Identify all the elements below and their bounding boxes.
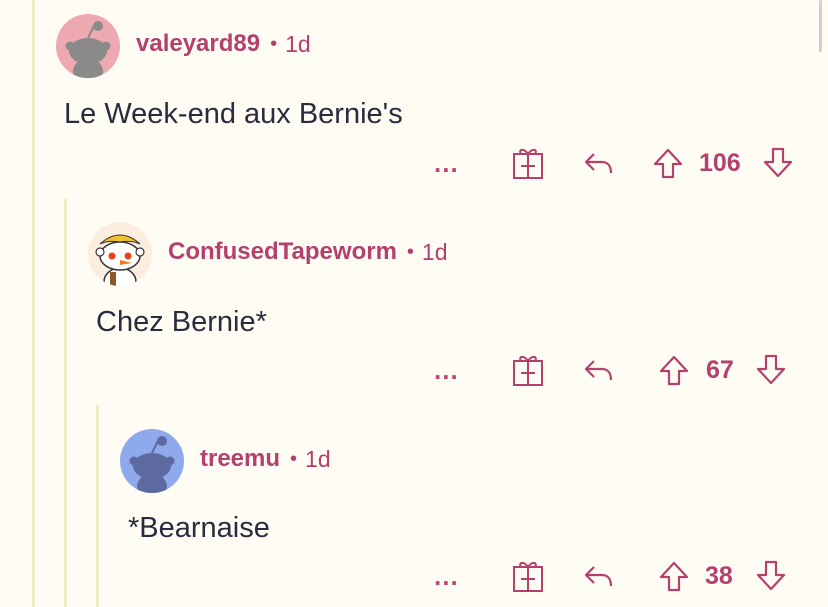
more-icon: ... — [434, 148, 459, 178]
gift-icon — [513, 355, 543, 386]
comment-age: 1d — [285, 30, 311, 57]
downvote-button[interactable] — [762, 146, 794, 180]
gift-button[interactable] — [512, 146, 544, 180]
comment-actions: ... 106 — [0, 146, 828, 180]
reply-button[interactable] — [582, 146, 614, 180]
upvote-button[interactable] — [652, 146, 684, 180]
more-options-button[interactable]: ... — [434, 146, 459, 180]
thread-line-root[interactable] — [32, 0, 35, 607]
separator-dot: • — [270, 32, 278, 55]
avatar-blue-snoo[interactable] — [120, 429, 184, 493]
comment-age: 1d — [305, 445, 331, 472]
upvote-icon — [653, 148, 683, 179]
downvote-icon — [756, 354, 786, 385]
comment-actions: ... 67 — [0, 353, 828, 387]
vote-count: 67 — [706, 355, 734, 384]
downvote-button[interactable] — [755, 353, 787, 387]
vote-count: 38 — [705, 561, 733, 590]
reply-icon — [584, 360, 613, 381]
more-icon: ... — [434, 561, 459, 591]
reply-icon — [584, 153, 613, 174]
reply-button[interactable] — [582, 559, 614, 593]
gift-icon — [513, 561, 543, 592]
more-icon: ... — [434, 355, 459, 385]
vote-count: 106 — [699, 148, 741, 177]
comment-body: Chez Bernie* — [96, 306, 267, 338]
thread-line-level-1[interactable] — [64, 198, 67, 607]
downvote-button[interactable] — [755, 559, 787, 593]
downvote-icon — [763, 147, 793, 178]
separator-dot: • — [290, 447, 298, 470]
separator-dot: • — [406, 240, 414, 263]
avatar-pink-snoo[interactable] — [56, 14, 120, 78]
comment-body: Le Week-end aux Bernie's — [64, 98, 403, 130]
comment-body: *Bearnaise — [128, 512, 270, 544]
more-options-button[interactable]: ... — [434, 353, 459, 387]
avatar-custom-snoo[interactable] — [88, 222, 152, 286]
upvote-button[interactable] — [658, 559, 690, 593]
reply-button[interactable] — [582, 353, 614, 387]
username-link[interactable]: treemu — [200, 445, 280, 473]
more-options-button[interactable]: ... — [434, 559, 459, 593]
gift-button[interactable] — [512, 353, 544, 387]
username-link[interactable]: ConfusedTapeworm — [168, 238, 397, 266]
comment-actions: ... 38 — [0, 559, 828, 593]
reply-icon — [584, 566, 613, 587]
comment-age: 1d — [421, 238, 448, 265]
gift-icon — [513, 148, 543, 179]
downvote-icon — [756, 560, 786, 591]
upvote-icon — [659, 355, 689, 386]
gift-button[interactable] — [512, 559, 544, 593]
upvote-icon — [659, 561, 689, 592]
upvote-button[interactable] — [658, 353, 690, 387]
scroll-indicator — [819, 0, 822, 52]
username-link[interactable]: valeyard89 — [136, 30, 260, 58]
